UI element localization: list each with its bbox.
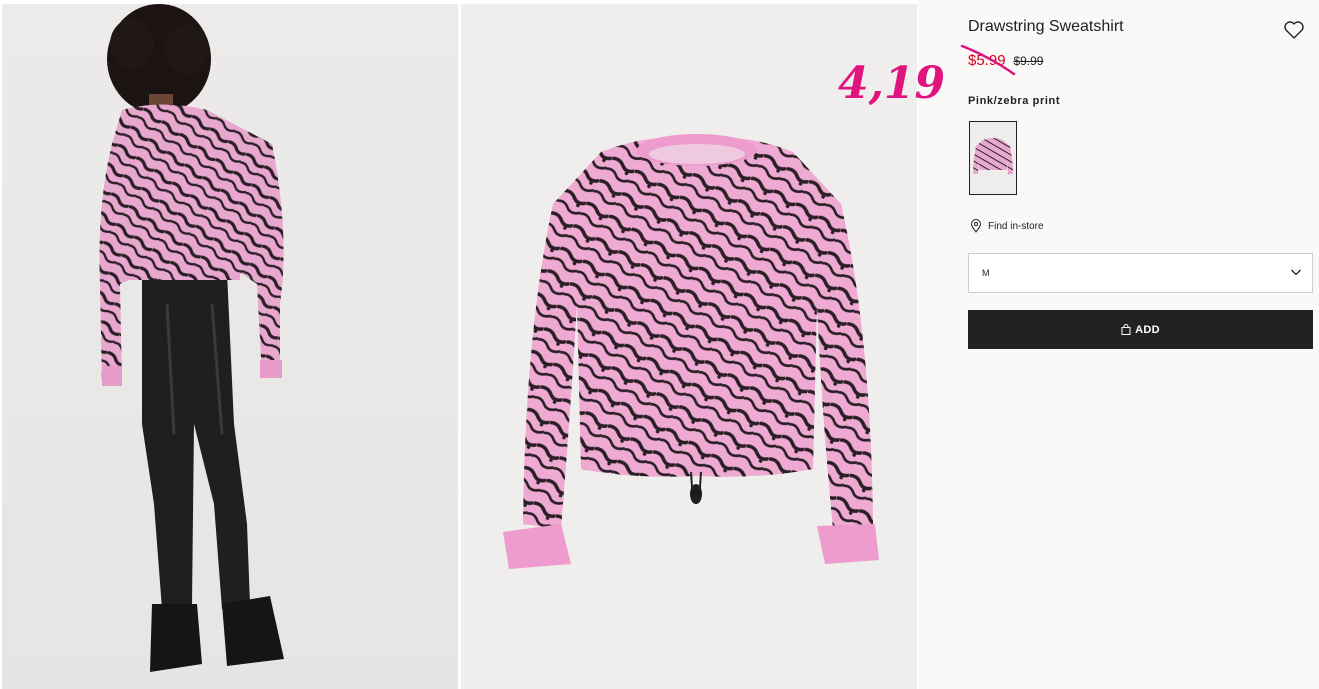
product-info-panel: Drawstring Sweatshirt $5.99 $9.99 4,19 P… — [838, 0, 1319, 689]
add-to-bag-button[interactable]: ADD — [968, 310, 1313, 349]
handwritten-price-annotation: 4,19 — [838, 58, 946, 109]
size-select-value: M — [982, 268, 990, 278]
shopping-bag-icon — [1121, 324, 1131, 335]
find-in-store-link[interactable]: Find in-store — [970, 219, 1044, 233]
price-row: $5.99 $9.99 — [968, 52, 1043, 69]
swatch-thumbnail-icon — [973, 138, 1013, 174]
add-button-label: ADD — [1135, 323, 1160, 336]
product-title: Drawstring Sweatshirt — [968, 18, 1124, 35]
original-price: $9.99 — [1013, 54, 1044, 68]
map-pin-icon — [970, 219, 982, 233]
sale-price: $5.99 — [968, 52, 1006, 69]
size-select[interactable]: M — [968, 253, 1313, 293]
find-in-store-label: Find in-store — [988, 220, 1044, 232]
product-image-model-back[interactable] — [2, 4, 458, 689]
color-label: Pink/zebra print — [968, 95, 1061, 107]
color-swatch-pink-zebra[interactable] — [969, 121, 1017, 195]
model-illustration — [99, 4, 284, 672]
chevron-down-icon — [1291, 269, 1301, 276]
heart-icon[interactable] — [1282, 18, 1306, 42]
